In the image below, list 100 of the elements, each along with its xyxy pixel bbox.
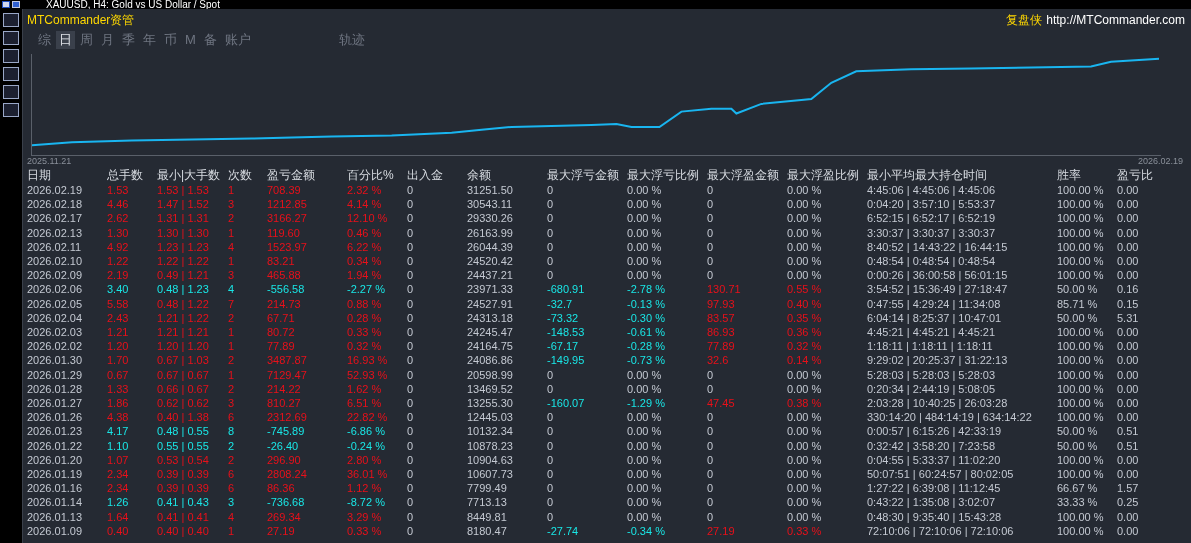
table-cell-text: -0.28 %	[627, 339, 666, 354]
table-cell-text: 214.73	[267, 296, 302, 311]
table-cell-text: 86.93	[707, 325, 736, 340]
table-cell-text: 0.25	[1117, 495, 1140, 510]
column-header: 盈亏比	[1117, 167, 1154, 183]
table-cell-text: 0.00 %	[627, 211, 663, 226]
table-cell-text: 32.6	[707, 353, 730, 368]
table-cell-text: 1212.85	[267, 197, 308, 212]
tab[interactable]: 轨迹	[335, 31, 368, 49]
table-cell-text: 50.00 %	[1057, 310, 1099, 326]
table-cell-text: 0.00	[1117, 353, 1140, 368]
tab[interactable]: M	[182, 31, 199, 49]
table-cell-text: 119.60	[267, 225, 301, 240]
tab[interactable]: 月	[98, 31, 117, 49]
table-cell-text: 1.70	[107, 353, 130, 368]
table-cell-text: 0.00 %	[787, 424, 823, 439]
table-cell-text: 8	[228, 424, 236, 439]
table-cell-text: 0	[707, 197, 715, 212]
table-cell-text: 0	[407, 509, 415, 524]
brand-title: MTCommander资管	[27, 11, 135, 29]
tab[interactable]: 年	[140, 31, 159, 49]
table-cell-text: 0	[407, 410, 415, 425]
table-cell-text: 0	[547, 467, 555, 482]
table-cell-text: 0.33 %	[347, 523, 383, 539]
table-cell-text: 1.62 %	[347, 381, 383, 397]
table-cell-text: 2.80 %	[347, 452, 383, 468]
table-cell-text: 0.28 %	[347, 310, 383, 326]
table-cell-text: 0.00 %	[627, 183, 663, 198]
table-cell-text: 24437.21	[467, 268, 514, 283]
table-cell-text: 0.67 | 0.67	[157, 367, 210, 382]
table-cell-text: 0	[547, 509, 555, 524]
table-cell-text: 0.00 %	[627, 268, 663, 283]
table-cell-text: 0	[407, 381, 415, 397]
table-cell-text: 0.00 %	[787, 211, 823, 226]
table-cell-text: 0	[547, 225, 555, 240]
table-cell-text: 20598.99	[467, 367, 514, 382]
table-cell-text: 10607.73	[467, 467, 514, 482]
table-cell-text: 2.62	[107, 211, 130, 226]
table-cell-text: 77.89	[707, 339, 736, 354]
table-cell-text: 0	[407, 339, 415, 354]
table-cell-text: 2026.01.26	[27, 410, 84, 425]
table-cell-text: 83.21	[267, 254, 296, 269]
table-cell-text: 0	[407, 325, 415, 340]
table-cell-text: 4	[228, 239, 236, 254]
tab[interactable]: 周	[77, 31, 96, 49]
table-cell-text: 0.41 | 0.43	[157, 495, 210, 510]
table-cell-text: 31251.50	[467, 183, 514, 198]
table-cell-text: 0	[707, 467, 715, 482]
table-cell-text: 2312.69	[267, 410, 308, 425]
column-header: 胜率	[1057, 167, 1082, 183]
table-cell-text: 7799.49	[467, 481, 508, 496]
table-cell-text: 0.00 %	[627, 495, 663, 510]
tab[interactable]: 季	[119, 31, 138, 49]
table-cell-text: 2026.01.16	[27, 481, 84, 496]
table-cell-text: 0.00 %	[627, 452, 663, 468]
table-cell-text: 1.64	[107, 509, 130, 524]
table-cell-text: 0.16	[1117, 282, 1140, 297]
table-cell-text: 0	[547, 367, 555, 382]
table-cell-text: 100.00 %	[1057, 410, 1105, 425]
table-cell-text: 66.67 %	[1057, 481, 1099, 496]
table-cell-text: 1.10	[107, 438, 130, 453]
replay-label: 复盘侠	[1006, 11, 1043, 29]
table-cell-text: 6.51 %	[347, 396, 383, 411]
table-cell-text: 0.39 | 0.39	[157, 467, 210, 482]
tab[interactable]: 日	[56, 31, 75, 49]
table-cell-text: 0	[407, 296, 415, 311]
column-header: 最小|大手数	[157, 167, 222, 183]
table-cell-text: 24313.18	[467, 310, 514, 326]
table-cell-text: 0.00	[1117, 509, 1140, 524]
table-cell-text: 10904.63	[467, 452, 514, 468]
table-cell-text: 0	[707, 239, 715, 254]
tab[interactable]: 备	[200, 31, 220, 49]
table-cell-text: 0.00 %	[627, 424, 663, 439]
website-link[interactable]: http://MTCommander.com	[1046, 10, 1185, 29]
table-cell-text: 0.00 %	[627, 481, 663, 496]
table-cell-text: 3.29 %	[347, 509, 383, 524]
table-cell-text: -2.78 %	[627, 282, 666, 297]
tab[interactable]: 综	[35, 31, 54, 49]
table-cell-text: 2026.02.03	[27, 325, 84, 340]
table-cell-text: 0.38 %	[787, 396, 823, 411]
tab[interactable]: 币	[161, 31, 180, 49]
table-cell-text: -0.24 %	[347, 438, 386, 453]
table-cell-text: 100.00 %	[1057, 381, 1105, 397]
table-cell-text: -0.30 %	[627, 310, 666, 326]
table-cell-text: 0.32 %	[787, 339, 823, 354]
table-cell-text: 1	[228, 254, 236, 269]
table-cell-text: 3	[228, 268, 236, 283]
table-cell-text: 1.21 | 1.22	[157, 310, 210, 326]
table-cell-text: 2026.02.02	[27, 339, 84, 354]
table-cell-text: 3166.27	[267, 211, 308, 226]
tab[interactable]: 账户	[221, 31, 254, 49]
table-cell-text: 2026.02.19	[27, 183, 84, 198]
table-cell-text: 0.00	[1117, 381, 1140, 397]
table-cell-text: 100.00 %	[1057, 467, 1105, 482]
table-cell-text: 33.33 %	[1057, 495, 1099, 510]
table-cell-text: 0:04:20 | 3:57:10 | 5:53:37	[867, 197, 997, 212]
table-cell-text: 2	[228, 381, 236, 397]
table-cell-text: 0	[407, 254, 415, 269]
table-cell-text: 4	[228, 509, 236, 524]
table-cell-text: 1.53	[107, 183, 130, 198]
